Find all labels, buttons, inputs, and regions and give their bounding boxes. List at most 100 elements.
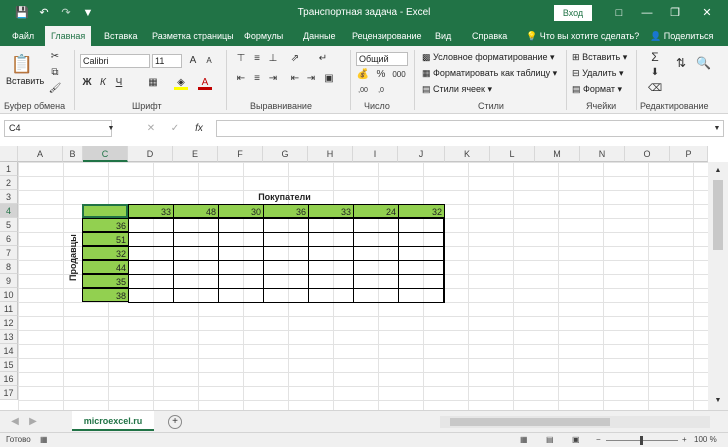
page-layout-view-icon[interactable]: ▤ [546,433,554,447]
selected-cell-c4[interactable] [82,204,128,218]
zoom-level[interactable]: 100 % [694,433,717,447]
tab-help[interactable]: Справка [472,26,507,46]
decrease-font-icon[interactable]: A [202,54,216,68]
seller-cell-c7[interactable]: 32 [82,246,129,260]
row-header-14[interactable]: 14 [0,344,18,358]
tab-file[interactable]: Файл [12,26,34,46]
zoom-out-icon[interactable]: − [596,433,601,447]
clear-icon[interactable]: ⌫ [648,82,662,96]
prev-sheet-icon[interactable]: ◀ [8,415,22,429]
tab-view[interactable]: Вид [435,26,451,46]
column-header-n[interactable]: N [580,146,625,162]
normal-view-icon[interactable]: ▦ [520,433,528,447]
buyer-cell-f4[interactable]: 30 [218,204,264,218]
row-header-8[interactable]: 8 [0,260,18,274]
align-center-icon[interactable]: ≡ [250,72,264,86]
column-header-g[interactable]: G [263,146,308,162]
buyer-cell-e4[interactable]: 48 [173,204,219,218]
seller-cell-c5[interactable]: 36 [82,218,129,232]
macro-record-icon[interactable]: ▦ [40,433,48,447]
delete-cells-button[interactable]: ⊟ Удалить ▾ [572,68,623,79]
orientation-icon[interactable]: ⇗ [288,52,302,66]
wrap-text-icon[interactable]: ↵ [316,52,330,66]
row-header-3[interactable]: 3 [0,190,18,204]
sort-filter-icon[interactable]: ⇅ [674,56,688,70]
buyer-cell-h4[interactable]: 33 [308,204,354,218]
row-header-15[interactable]: 15 [0,358,18,372]
underline-icon[interactable]: Ч [112,76,126,90]
transport-table-body[interactable] [128,218,445,303]
formula-input[interactable] [216,120,724,137]
seller-cell-c9[interactable]: 35 [82,274,129,288]
currency-icon[interactable]: 💰 [356,68,370,82]
page-break-view-icon[interactable]: ▣ [572,433,580,447]
zoom-slider-thumb[interactable] [640,436,643,445]
decrease-decimal-icon[interactable]: ,0 [374,84,388,98]
row-header-11[interactable]: 11 [0,302,18,316]
align-top-icon[interactable]: ⊤ [234,52,248,66]
fill-icon[interactable]: ⬇ [648,66,662,80]
next-sheet-icon[interactable]: ▶ [26,415,40,429]
row-header-2[interactable]: 2 [0,176,18,190]
increase-font-icon[interactable]: A [186,54,200,68]
format-cells-button[interactable]: ▤ Формат ▾ [572,84,622,95]
align-left-icon[interactable]: ⇤ [234,72,248,86]
column-header-o[interactable]: O [625,146,670,162]
find-select-icon[interactable]: 🔍 [696,56,711,70]
borders-icon[interactable]: ▦ [146,76,160,90]
buyer-cell-i4[interactable]: 24 [353,204,399,218]
add-sheet-icon[interactable]: + [168,415,182,429]
scroll-up-icon[interactable]: ▲ [711,164,725,178]
tab-data[interactable]: Данные [303,26,336,46]
zoom-in-icon[interactable]: + [682,433,687,447]
tab-page-layout[interactable]: Разметка страницы [152,26,234,46]
fill-color-icon[interactable]: ◈ [174,76,188,90]
column-header-i[interactable]: I [353,146,398,162]
buyer-cell-g4[interactable]: 36 [263,204,309,218]
paste-icon[interactable]: 📋 [10,52,34,76]
format-as-table-button[interactable]: ▦ Форматировать как таблицу ▾ [422,68,557,79]
tab-formulas[interactable]: Формулы [244,26,283,46]
font-color-icon[interactable]: A [198,76,212,90]
column-header-p[interactable]: P [670,146,708,162]
row-header-6[interactable]: 6 [0,232,18,246]
align-right-icon[interactable]: ⇥ [266,72,280,86]
row-header-1[interactable]: 1 [0,162,18,176]
buyer-cell-d4[interactable]: 33 [128,204,174,218]
row-header-4[interactable]: 4 [0,204,18,218]
row-header-16[interactable]: 16 [0,372,18,386]
tab-insert[interactable]: Вставка [104,26,137,46]
column-header-l[interactable]: L [490,146,535,162]
paste-button[interactable]: Вставить [6,76,44,86]
percent-icon[interactable]: % [374,68,388,82]
row-header-12[interactable]: 12 [0,316,18,330]
cell-styles-button[interactable]: ▤ Стили ячеек ▾ [422,84,492,95]
scroll-down-icon[interactable]: ▼ [711,394,725,408]
autosum-icon[interactable]: Σ [648,50,662,64]
column-header-a[interactable]: A [18,146,63,162]
name-box[interactable]: C4 [4,120,112,137]
row-header-7[interactable]: 7 [0,246,18,260]
maximize-button[interactable]: ❐ [664,3,686,23]
zoom-slider[interactable] [606,436,678,445]
cancel-entry-icon[interactable]: ✕ [144,122,158,136]
column-header-e[interactable]: E [173,146,218,162]
column-header-b[interactable]: B [63,146,83,162]
row-header-13[interactable]: 13 [0,330,18,344]
share-button[interactable]: 👤 Поделиться [650,26,713,46]
ribbon-display-icon[interactable]: □ [608,3,630,23]
vertical-scrollbar[interactable]: ▲ ▼ [708,162,728,410]
column-header-f[interactable]: F [218,146,263,162]
increase-indent-icon[interactable]: ⇥ [304,72,318,86]
select-all-corner[interactable] [0,146,18,162]
bold-icon[interactable]: Ж [80,76,94,90]
row-header-10[interactable]: 10 [0,288,18,302]
seller-cell-c8[interactable]: 44 [82,260,129,274]
seller-cell-c6[interactable]: 51 [82,232,129,246]
insert-function-icon[interactable]: fx [192,122,206,136]
thousands-icon[interactable]: 000 [392,68,406,82]
column-header-k[interactable]: K [445,146,490,162]
decrease-indent-icon[interactable]: ⇤ [288,72,302,86]
copy-icon[interactable]: ⧉ [48,66,62,80]
name-box-dropdown-icon[interactable]: ▼ [104,122,118,136]
